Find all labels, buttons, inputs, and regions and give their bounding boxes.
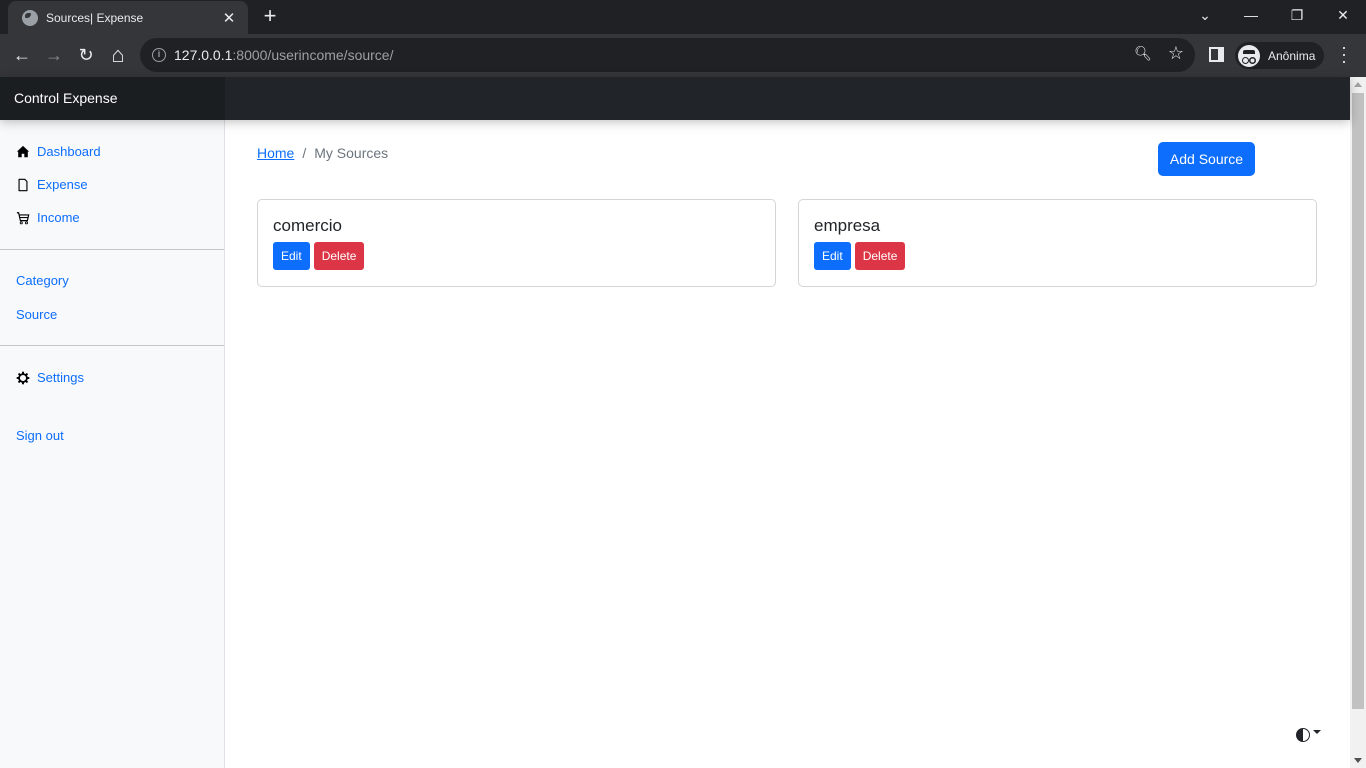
restore-button[interactable]: ❐ [1283, 4, 1311, 28]
sidebar-item-label: Sign out [16, 428, 64, 443]
home-button[interactable]: ⌂ [105, 42, 131, 68]
scroll-up-arrow-icon[interactable] [1354, 82, 1362, 87]
sidebar-item-source[interactable]: Source [16, 307, 57, 322]
sidebar-item-signout[interactable]: Sign out [16, 428, 64, 443]
sidebar-item-label: Settings [37, 370, 84, 385]
file-icon [18, 178, 28, 191]
top-navbar: Control Expense [0, 77, 1350, 120]
side-panel-icon[interactable] [1209, 47, 1224, 62]
browser-tab-bar: Sources| Expense ✕ + ⌄ — ❐ ✕ [0, 0, 1366, 34]
globe-icon [22, 9, 38, 26]
incognito-profile-button[interactable]: Anônima [1235, 42, 1324, 69]
gear-icon [16, 371, 30, 384]
profile-label: Anônima [1268, 48, 1316, 63]
tab-title: Sources| Expense [46, 10, 144, 25]
source-card: comercio Edit Delete [257, 199, 776, 287]
browser-menu-icon[interactable]: · · · [1336, 38, 1352, 70]
source-name: comercio [273, 216, 342, 235]
source-card: empresa Edit Delete [798, 199, 1317, 287]
add-source-button[interactable]: Add Source [1158, 142, 1255, 176]
scroll-down-arrow-icon[interactable] [1354, 758, 1362, 763]
sidebar-item-settings[interactable]: Settings [16, 370, 84, 385]
source-name: empresa [814, 216, 881, 235]
sidebar: Dashboard Expense Income Category Source… [0, 120, 225, 768]
sidebar-item-label: Expense [37, 177, 88, 192]
edit-source-button[interactable]: Edit [273, 242, 310, 270]
new-tab-button[interactable]: + [258, 5, 282, 29]
brand[interactable]: Control Expense [0, 77, 225, 120]
back-button[interactable]: ← [9, 42, 35, 68]
sidebar-divider [0, 249, 224, 250]
theme-toggle[interactable] [1296, 728, 1321, 742]
zoom-icon[interactable]: 🔍︎ [1133, 45, 1153, 62]
forward-button[interactable]: → [41, 42, 67, 68]
delete-source-button[interactable]: Delete [854, 242, 906, 270]
site-info-icon[interactable]: i [152, 48, 166, 62]
sidebar-item-label: Dashboard [37, 144, 101, 159]
page-scrollbar[interactable] [1350, 77, 1366, 768]
window-close-button[interactable]: ✕ [1329, 4, 1357, 28]
scroll-thumb[interactable] [1352, 93, 1364, 709]
breadcrumb-separator: / [302, 145, 307, 161]
sidebar-item-dashboard[interactable]: Dashboard [16, 144, 101, 159]
sidebar-item-category[interactable]: Category [16, 273, 69, 288]
main-content: Home / My Sources Add Source comercio Ed… [225, 120, 1350, 768]
sidebar-item-label: Income [37, 210, 80, 225]
url-host: 127.0.0.1 [174, 47, 233, 63]
house-icon [16, 145, 30, 157]
sidebar-item-label: Source [16, 307, 58, 322]
browser-toolbar: ← → ↻ ⌂ i 127.0.0.1:8000/userincome/sour… [0, 34, 1366, 77]
incognito-icon [1238, 44, 1260, 67]
caret-down-icon [1313, 730, 1321, 734]
sidebar-item-expense[interactable]: Expense [16, 177, 88, 192]
delete-source-button[interactable]: Delete [313, 242, 365, 270]
breadcrumb: Home / My Sources [257, 145, 388, 161]
cart-icon [16, 211, 30, 224]
breadcrumb-home-link[interactable]: Home [257, 145, 294, 161]
minimize-button[interactable]: — [1237, 4, 1265, 28]
breadcrumb-current: My Sources [314, 145, 389, 161]
sidebar-item-income[interactable]: Income [16, 210, 80, 225]
tab-search-chevron-icon[interactable]: ⌄ [1191, 4, 1219, 28]
sidebar-item-label: Category [16, 273, 69, 288]
edit-source-button[interactable]: Edit [814, 242, 851, 270]
contrast-icon [1296, 728, 1310, 742]
reload-button[interactable]: ↻ [73, 42, 99, 68]
close-tab-icon[interactable]: ✕ [220, 9, 238, 27]
app-root: Control Expense Dashboard Expense Income… [0, 77, 1350, 768]
url-path: :8000/userincome/source/ [232, 47, 394, 63]
address-bar[interactable]: i 127.0.0.1:8000/userincome/source/ 🔍︎ ☆ [140, 38, 1195, 72]
browser-tab[interactable]: Sources| Expense ✕ [8, 1, 248, 34]
sidebar-divider [0, 345, 224, 346]
bookmark-star-icon[interactable]: ☆ [1166, 43, 1186, 64]
